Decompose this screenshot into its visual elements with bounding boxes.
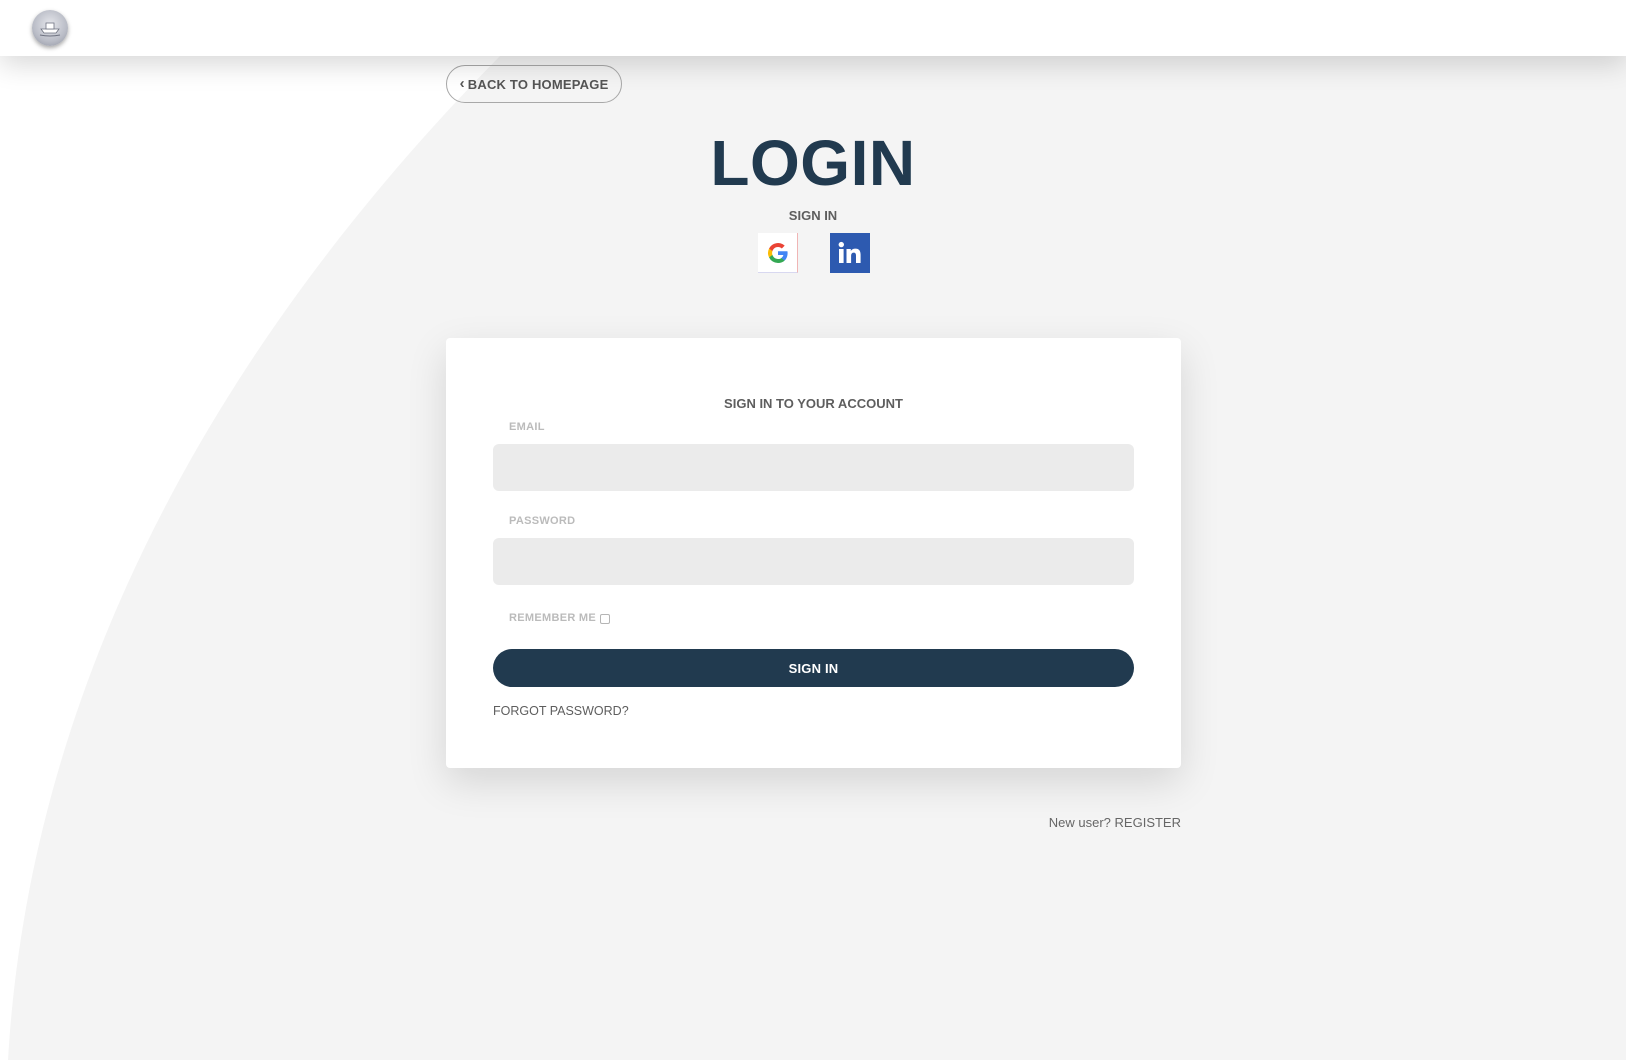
back-to-homepage-button[interactable]: ‹ BACK TO HOMEPAGE (446, 65, 622, 103)
sign-in-subtitle: SIGN IN (788, 208, 838, 223)
app-logo-icon[interactable] (32, 10, 68, 46)
register-link[interactable]: REGISTER (1115, 815, 1181, 830)
login-card: SIGN IN TO YOUR ACCOUNT EMAIL PASSWORD R… (446, 338, 1181, 768)
email-label: EMAIL (509, 421, 545, 433)
sign-in-button[interactable]: SIGN IN (493, 649, 1134, 687)
google-sign-in-button[interactable] (758, 233, 798, 273)
top-navbar (0, 0, 1626, 56)
password-label: PASSWORD (509, 515, 576, 527)
forgot-password-link[interactable]: FORGOT PASSWORD? (493, 704, 629, 718)
new-user-text: New user? (1048, 815, 1111, 830)
page-title: LOGIN (710, 127, 916, 199)
remember-me-label: REMEMBER ME (509, 612, 597, 624)
linkedin-sign-in-button[interactable] (830, 233, 870, 273)
linkedin-icon (838, 241, 861, 263)
login-page: ‹ BACK TO HOMEPAGE LOGIN SIGN IN SIGN IN… (0, 0, 1626, 1060)
card-heading: SIGN IN TO YOUR ACCOUNT (724, 396, 903, 411)
chevron-left-icon: ‹ (459, 74, 465, 92)
google-icon (767, 242, 788, 263)
register-prompt: New user? REGISTER (1049, 815, 1181, 830)
remember-me-checkbox[interactable] (600, 613, 611, 624)
back-to-homepage-label: BACK TO HOMEPAGE (467, 76, 609, 92)
remember-me-row: REMEMBER ME (509, 612, 611, 624)
email-field[interactable] (493, 444, 1134, 491)
password-field[interactable] (493, 538, 1134, 585)
